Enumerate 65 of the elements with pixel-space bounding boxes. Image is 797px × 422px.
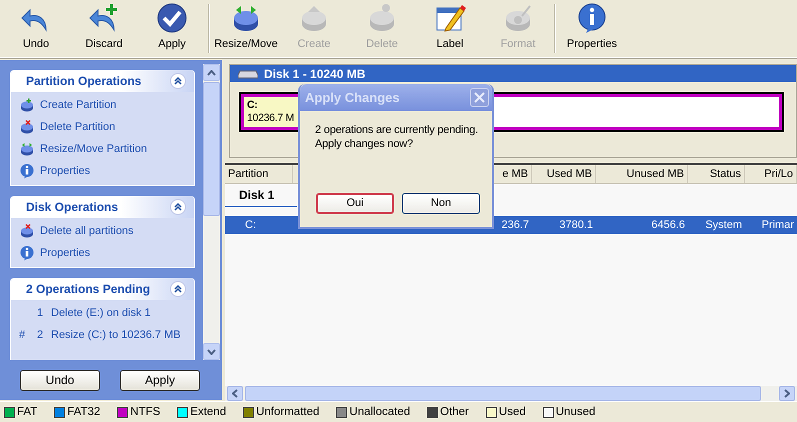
plus-disk-icon	[19, 97, 35, 113]
panel-title: 2 Operations Pending	[26, 282, 150, 296]
panel-button[interactable]: Undo	[20, 370, 100, 391]
table-cell-text: 6456.6	[650, 218, 686, 233]
legend-label: FAT32	[67, 406, 100, 418]
pencil-window-icon	[434, 2, 466, 34]
close-icon[interactable]	[470, 88, 489, 107]
disk-title: Disk 1 - 10240 MB	[264, 66, 366, 80]
legend-label: Extend	[190, 406, 226, 418]
sidebar-link[interactable]: Resize/Move Partition	[40, 143, 147, 155]
operation-number: 2	[37, 329, 44, 341]
column-header[interactable]: Unused MB	[596, 165, 688, 183]
table-cell-text: System	[704, 218, 743, 233]
column-header[interactable]: Used MB	[532, 165, 596, 183]
undo-plus-icon	[88, 2, 120, 34]
legend-label: Other	[440, 406, 469, 418]
cross-disk-icon	[19, 223, 35, 239]
table-cell-text: Primar	[760, 218, 795, 233]
sidebar-link[interactable]: Delete Partition	[40, 121, 116, 133]
sidebar-link[interactable]: Properties	[40, 247, 90, 259]
toolbar-button[interactable]: Undo	[2, 0, 70, 57]
drive-icon	[238, 68, 258, 78]
table-cell-text: 3780.1	[558, 218, 594, 233]
table-cell-text: 236.7	[500, 218, 530, 233]
column-header[interactable]: Partition	[225, 165, 293, 183]
info-icon	[19, 163, 35, 179]
cross-disk-icon	[19, 119, 35, 135]
table-cell-text: C:	[244, 218, 257, 233]
arrows-disk-icon	[19, 141, 35, 157]
legend-label: FAT	[17, 406, 38, 418]
toolbar-button[interactable]: Discard	[70, 0, 138, 57]
sidebar-link[interactable]: Delete all partitions	[40, 225, 134, 237]
legend-label: NTFS	[130, 406, 160, 418]
column-header[interactable]: Status	[688, 165, 745, 183]
collapse-icon[interactable]	[170, 199, 186, 215]
partition-size: 10236.7 M	[247, 112, 294, 125]
legend-label: Used	[498, 406, 526, 418]
toolbar-button[interactable]: Apply	[138, 0, 206, 57]
operation-number: 1	[37, 307, 44, 319]
collapse-icon[interactable]	[170, 73, 186, 89]
collapse-icon[interactable]	[170, 281, 186, 297]
toolbar-button[interactable]: Label	[416, 0, 484, 57]
info-icon	[19, 245, 35, 261]
toolbar-button[interactable]: Properties	[558, 0, 626, 57]
toolbar-button[interactable]: Resize/Move	[212, 0, 280, 57]
legend-label: Unformatted	[256, 406, 320, 418]
column-header[interactable]: Pri/Lo	[745, 165, 797, 183]
dialog-button[interactable]: Non	[402, 193, 480, 214]
pending-operation[interactable]: Delete (E:) on disk 1	[51, 307, 151, 319]
scrollbar[interactable]	[203, 64, 220, 360]
sidebar-link[interactable]: Properties	[40, 165, 90, 177]
legend-label: Unused	[556, 406, 596, 418]
check-icon	[156, 2, 188, 34]
horizontal-scrollbar[interactable]	[225, 386, 797, 401]
current-marker: #	[19, 329, 26, 341]
dialog-button[interactable]: Oui	[316, 193, 394, 214]
panel-title: Partition Operations	[26, 74, 142, 88]
legend-label: Unallocated	[349, 406, 410, 418]
disk-group-label[interactable]: Disk 1	[239, 188, 274, 202]
drive-letter: C:	[247, 99, 258, 112]
panel-button[interactable]: Apply	[120, 370, 200, 391]
panel-title: Disk Operations	[26, 200, 118, 214]
pending-operation[interactable]: Resize (C:) to 10236.7 MB	[51, 329, 181, 341]
info-icon	[576, 2, 608, 34]
sidebar-link[interactable]: Create Partition	[40, 99, 116, 111]
